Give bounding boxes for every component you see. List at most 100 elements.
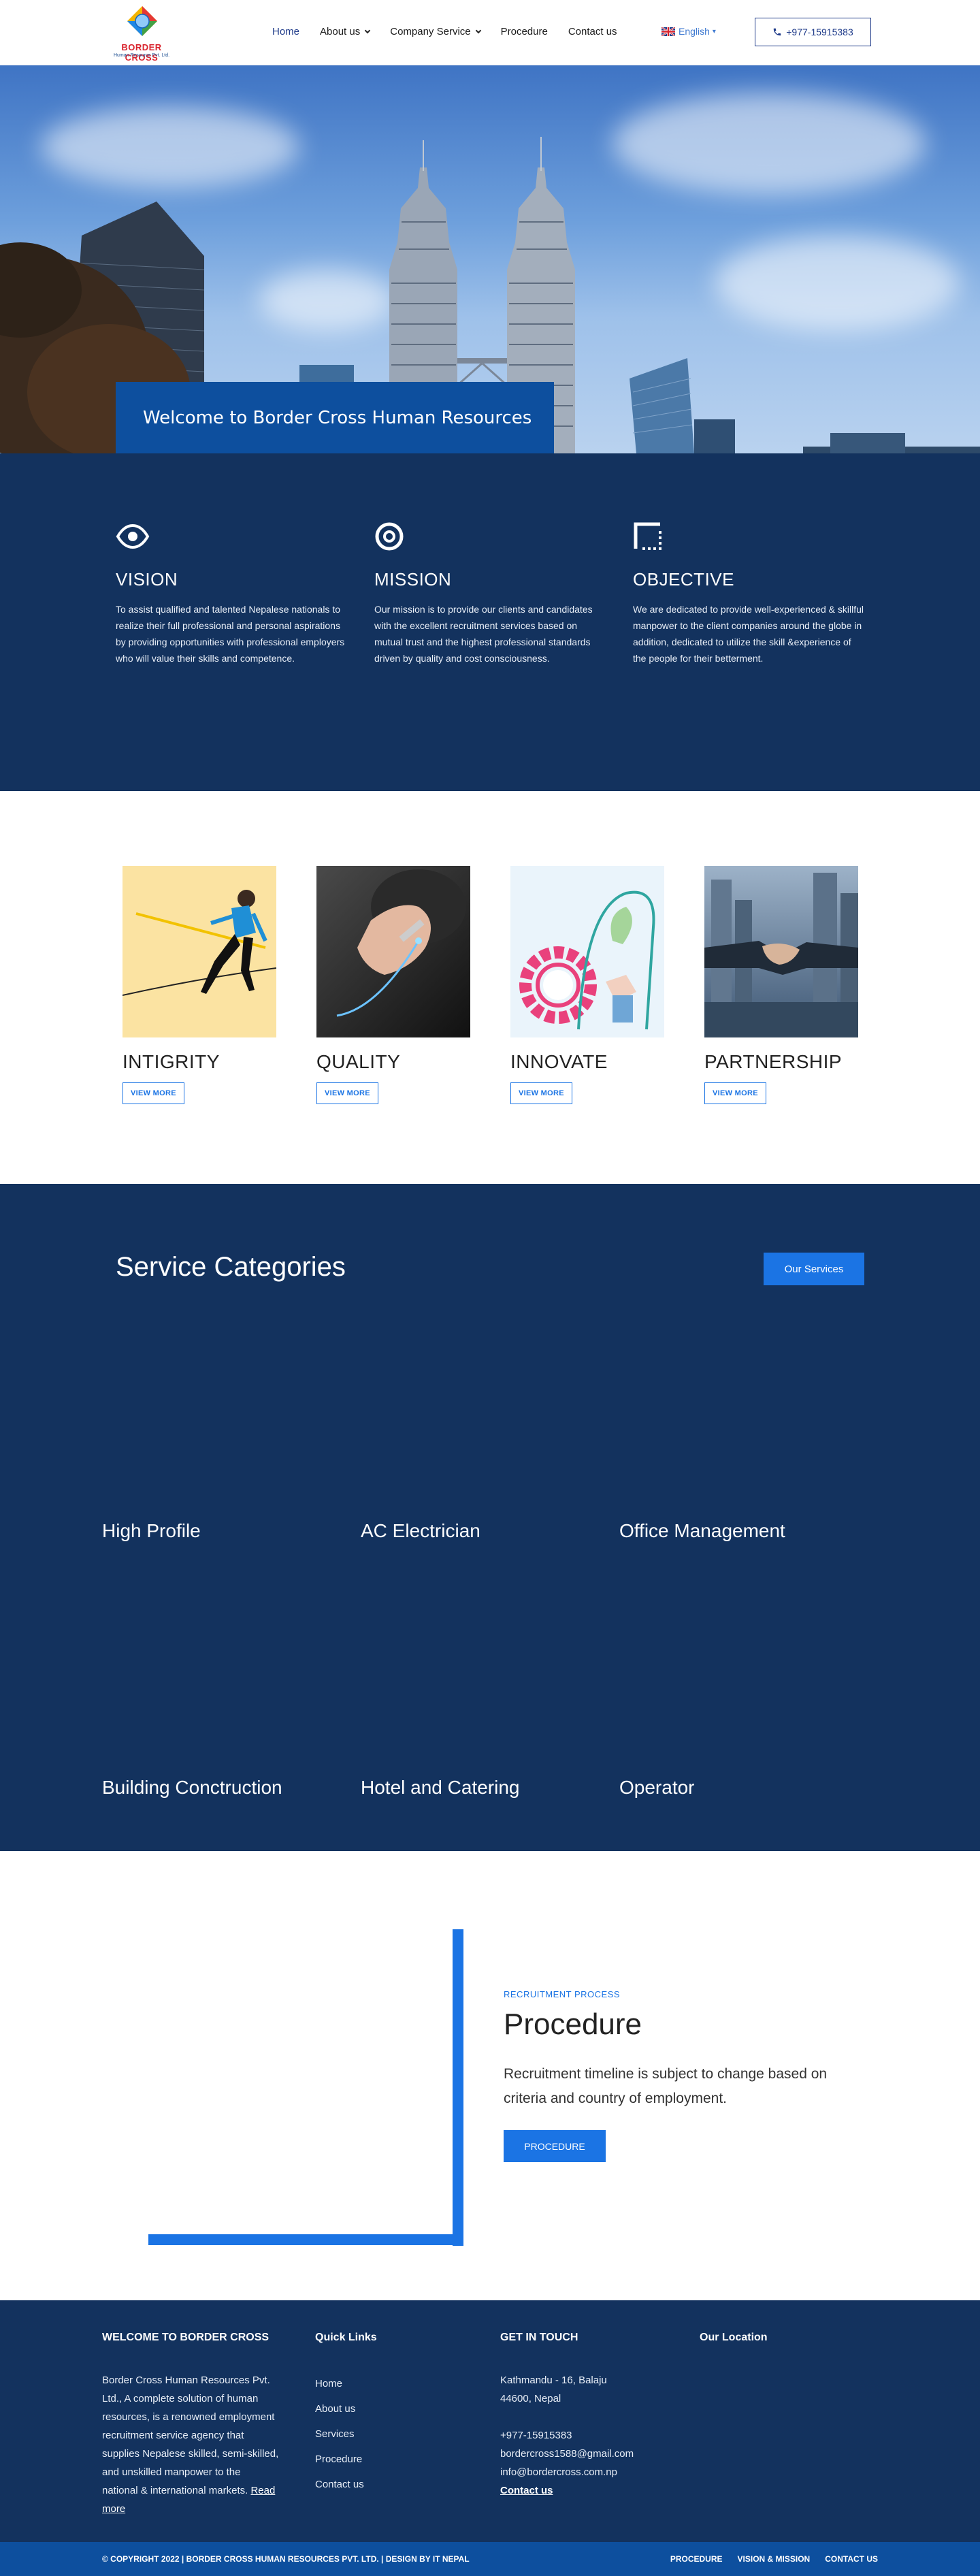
logo-subtext: Human Resource Pvt. Ltd. — [113, 53, 170, 58]
address-line-1: Kathmandu - 16, Balaju — [500, 2374, 607, 2386]
nav-home[interactable]: Home — [272, 26, 299, 37]
tightrope-illustration-image — [122, 866, 276, 1037]
target-icon — [375, 522, 404, 551]
footer-links-heading: Quick Links — [315, 2332, 377, 2343]
footer-about-text: Border Cross Human Resources Pvt. Ltd., … — [102, 2374, 279, 2496]
copyright-text: © COPYRIGHT 2022 | BORDER CROSS HUMAN RE… — [102, 2554, 470, 2564]
service-item[interactable]: Office Management — [619, 1520, 785, 1542]
uk-flag-icon — [662, 27, 675, 36]
footer-link-procedure[interactable]: Procedure — [315, 2447, 364, 2472]
nav-about-label: About us — [320, 26, 361, 37]
view-more-button[interactable]: VIEW MORE — [704, 1082, 766, 1104]
service-item[interactable]: Building Conctruction — [102, 1777, 282, 1799]
site-header: BORDER CROSS Human Resource Pvt. Ltd. Ho… — [0, 0, 980, 65]
objective-title: OBJECTIVE — [633, 569, 734, 590]
objective-text: We are dedicated to provide well-experie… — [633, 604, 864, 664]
service-item[interactable]: Hotel and Catering — [361, 1777, 519, 1799]
procedure-text: Recruitment timeline is subject to chang… — [504, 2066, 828, 2106]
hero-caption-box: Welcome to Border Cross Human Resources — [116, 382, 554, 453]
view-more-button[interactable]: VIEW MORE — [122, 1082, 184, 1104]
mission-title: MISSION — [374, 569, 452, 590]
our-services-button[interactable]: Our Services — [764, 1253, 864, 1285]
value-title: INTIGRITY — [122, 1051, 220, 1072]
phone-number: +977-15915383 — [786, 27, 853, 37]
footer-about: Border Cross Human Resources Pvt. Ltd., … — [102, 2371, 279, 2518]
phone-button[interactable]: +977-15915383 — [755, 18, 871, 46]
caret-down-icon: ▾ — [712, 27, 716, 35]
vision-block: VISION To assist qualified and talented … — [116, 521, 347, 666]
site-footer: WELCOME TO BORDER CROSS Quick Links GET … — [0, 2300, 980, 2542]
procedure-button[interactable]: PROCEDURE — [504, 2130, 606, 2162]
nav-procedure[interactable]: Procedure — [501, 26, 548, 37]
footer-contact-heading: GET IN TOUCH — [500, 2332, 578, 2343]
footer-quick-links: Home About us Services Procedure Contact… — [315, 2371, 364, 2497]
eye-icon — [116, 524, 150, 549]
hero-caption: Welcome to Border Cross Human Resources — [143, 407, 532, 428]
value-card-quality: QUALITY VIEW MORE — [316, 866, 470, 1104]
objective-block: OBJECTIVE We are dedicated to provide we… — [633, 521, 864, 666]
footer-link-contact[interactable]: Contact us — [315, 2472, 364, 2497]
nav-company-service-label: Company Service — [390, 26, 471, 37]
bottom-link-vision-mission[interactable]: VISION & MISSION — [738, 2554, 811, 2564]
mission-text: Our mission is to provide our clients an… — [374, 604, 593, 664]
bottom-link-contact[interactable]: CONTACT US — [825, 2554, 878, 2564]
value-title: INNOVATE — [510, 1051, 608, 1072]
value-title: PARTNERSHIP — [704, 1051, 843, 1072]
footer-contact-link[interactable]: Contact us — [500, 2481, 634, 2500]
footer-phone[interactable]: +977-15915383 — [500, 2426, 634, 2445]
decorative-bar-vertical — [453, 1929, 463, 2246]
footer-link-home[interactable]: Home — [315, 2371, 364, 2396]
handshake-city-image — [704, 866, 858, 1037]
service-categories-title: Service Categories — [116, 1252, 346, 1282]
copyright-bar: © COPYRIGHT 2022 | BORDER CROSS HUMAN RE… — [0, 2542, 980, 2576]
nav-contact-label: Contact us — [568, 26, 617, 37]
address-line-2: 44600, Nepal — [500, 2393, 561, 2404]
service-item[interactable]: High Profile — [102, 1520, 201, 1542]
phone-icon — [774, 28, 781, 36]
nav-company-service[interactable]: Company Service — [390, 26, 481, 37]
value-title: QUALITY — [316, 1051, 401, 1072]
site-logo[interactable]: BORDER CROSS Human Resource Pvt. Ltd. — [108, 4, 176, 63]
service-item[interactable]: AC Electrician — [361, 1520, 480, 1542]
footer-location-heading: Our Location — [700, 2332, 768, 2343]
footer-link-about[interactable]: About us — [315, 2396, 364, 2421]
gear-lightbulb-illustration-image — [510, 866, 664, 1037]
service-item[interactable]: Operator — [619, 1777, 695, 1799]
vision-title: VISION — [116, 569, 178, 590]
vision-mission-section: VISION To assist qualified and talented … — [0, 453, 980, 791]
value-card-integrity: INTIGRITY VIEW MORE — [122, 866, 276, 1104]
hand-drawing-graph-image — [316, 866, 470, 1037]
nav-home-label: Home — [272, 26, 300, 37]
view-more-button[interactable]: VIEW MORE — [316, 1082, 378, 1104]
main-nav: Home About us Company Service Procedure … — [272, 26, 638, 37]
chevron-down-icon — [475, 27, 481, 33]
nav-procedure-label: Procedure — [500, 26, 548, 37]
decorative-bar-horizontal — [148, 2234, 463, 2245]
hero-banner: Welcome to Border Cross Human Resources — [0, 65, 980, 453]
corner-frame-icon — [634, 522, 662, 550]
language-label: English — [679, 26, 710, 37]
nav-about-us[interactable]: About us — [320, 26, 371, 37]
service-categories-section: Service Categories Our Services High Pro… — [0, 1184, 980, 1851]
nav-contact-us[interactable]: Contact us — [568, 26, 617, 37]
values-section: INTIGRITY VIEW MORE QUALITY VIEW MORE IN… — [0, 791, 980, 1184]
logo-diamond-icon — [127, 6, 157, 36]
view-more-button[interactable]: VIEW MORE — [510, 1082, 572, 1104]
value-card-innovate: INNOVATE VIEW MORE — [510, 866, 664, 1104]
value-card-partnership: PARTNERSHIP VIEW MORE — [704, 866, 858, 1104]
footer-email-2[interactable]: info@bordercross.com.np — [500, 2463, 634, 2481]
footer-email[interactable]: bordercross1588@gmail.com — [500, 2445, 634, 2463]
footer-about-heading: WELCOME TO BORDER CROSS — [102, 2332, 270, 2343]
footer-contact: Kathmandu - 16, Balaju 44600, Nepal +977… — [500, 2371, 634, 2500]
chevron-down-icon — [364, 27, 371, 33]
bottom-links: PROCEDURE VISION & MISSION CONTACT US — [655, 2554, 878, 2564]
procedure-kicker: RECRUITMENT PROCESS — [504, 1989, 621, 1999]
vision-text: To assist qualified and talented Nepales… — [116, 604, 345, 664]
footer-link-services[interactable]: Services — [315, 2421, 364, 2447]
mission-block: MISSION Our mission is to provide our cl… — [374, 521, 606, 666]
procedure-title: Procedure — [504, 2008, 642, 2041]
language-selector[interactable]: English ▾ — [662, 26, 716, 37]
procedure-section: RECRUITMENT PROCESS Procedure Recruitmen… — [0, 1851, 980, 2300]
logo-text: BORDER CROSS — [121, 42, 162, 63]
bottom-link-procedure[interactable]: PROCEDURE — [670, 2554, 723, 2564]
